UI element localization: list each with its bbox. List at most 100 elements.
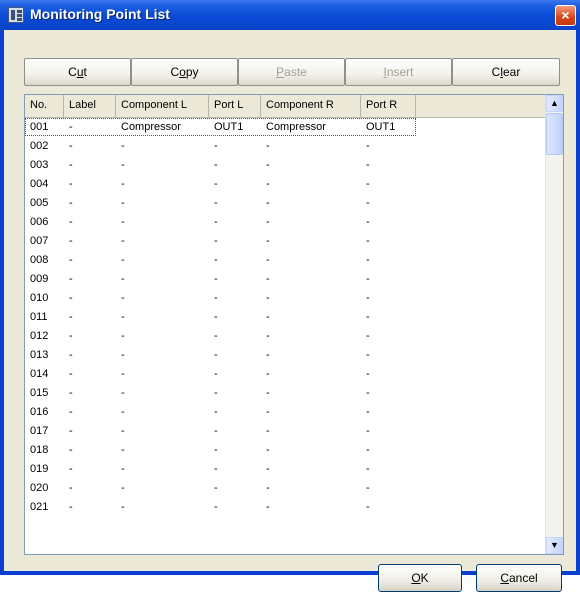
cell-no: 004 <box>30 178 49 190</box>
table-row[interactable]: 003 - - - - - <box>25 156 547 175</box>
cell-component-l: - <box>121 482 125 494</box>
table-row[interactable]: 002 - - - - - <box>25 137 547 156</box>
cell-port-l: OUT1 <box>214 121 244 133</box>
column-header-port-r[interactable]: Port R <box>361 95 416 117</box>
table-row[interactable]: 012 - - - - - <box>25 327 547 346</box>
cell-component-r: - <box>266 482 270 494</box>
table-row[interactable]: 001 - Compressor OUT1 Compressor OUT1 <box>25 118 547 137</box>
window-title: Monitoring Point List <box>30 6 170 22</box>
cell-no: 002 <box>30 140 49 152</box>
title-bar[interactable]: Monitoring Point List × <box>0 0 580 30</box>
column-header-no[interactable]: No. <box>25 95 64 117</box>
cell-no: 003 <box>30 159 49 171</box>
cell-component-l: - <box>121 216 125 228</box>
cell-port-r: - <box>366 349 370 361</box>
column-header-component-r[interactable]: Component R <box>261 95 361 117</box>
table-row[interactable]: 019 - - - - - <box>25 460 547 479</box>
table-row[interactable]: 013 - - - - - <box>25 346 547 365</box>
cell-component-l: - <box>121 330 125 342</box>
cell-component-l: - <box>121 444 125 456</box>
cell-component-l: - <box>121 368 125 380</box>
cell-component-r: - <box>266 140 270 152</box>
table-header: No. Label Component L Port L Component R… <box>25 95 547 118</box>
cell-label: - <box>69 178 73 190</box>
cell-port-l: - <box>214 463 218 475</box>
table-row[interactable]: 009 - - - - - <box>25 270 547 289</box>
cell-port-l: - <box>214 368 218 380</box>
table-row[interactable]: 004 - - - - - <box>25 175 547 194</box>
cell-no: 012 <box>30 330 49 342</box>
edit-toolbar: Cut Copy Paste Insert Clear <box>24 58 560 86</box>
table-row[interactable]: 006 - - - - - <box>25 213 547 232</box>
scroll-up-icon[interactable]: ▲ <box>546 95 563 112</box>
cell-no: 009 <box>30 273 49 285</box>
cell-no: 011 <box>30 311 48 323</box>
cell-label: - <box>69 216 73 228</box>
table-row[interactable]: 007 - - - - - <box>25 232 547 251</box>
table-row[interactable]: 020 - - - - - <box>25 479 547 498</box>
table-body: 001 - Compressor OUT1 Compressor OUT1 002 - - - - -… <box>25 118 547 517</box>
cut-button[interactable]: Cut <box>24 58 131 86</box>
cell-port-l: - <box>214 197 218 209</box>
cell-port-r: - <box>366 159 370 171</box>
column-header-component-l[interactable]: Component L <box>116 95 209 117</box>
cell-port-l: - <box>214 159 218 171</box>
cell-port-l: - <box>214 349 218 361</box>
cell-component-l: - <box>121 311 125 323</box>
table-row[interactable]: 011 - - - - - <box>25 308 547 327</box>
cell-no: 008 <box>30 254 49 266</box>
vertical-scrollbar[interactable]: ▲ ▼ <box>545 95 563 554</box>
paste-button[interactable]: Paste <box>238 58 345 86</box>
cell-port-l: - <box>214 273 218 285</box>
cell-component-r: - <box>266 501 270 513</box>
cell-port-l: - <box>214 292 218 304</box>
cell-port-r: - <box>366 425 370 437</box>
scrollbar-thumb[interactable] <box>546 113 563 155</box>
dialog-body: Cut Copy Paste Insert Clear No. Label Co… <box>4 30 576 592</box>
column-header-label[interactable]: Label <box>64 95 116 117</box>
table-row[interactable]: 015 - - - - - <box>25 384 547 403</box>
table-row[interactable]: 008 - - - - - <box>25 251 547 270</box>
cell-component-r: - <box>266 273 270 285</box>
table-row[interactable]: 014 - - - - - <box>25 365 547 384</box>
table-row[interactable]: 017 - - - - - <box>25 422 547 441</box>
cell-no: 006 <box>30 216 49 228</box>
scroll-down-icon[interactable]: ▼ <box>546 537 563 554</box>
clear-button[interactable]: Clear <box>452 58 560 86</box>
app-icon <box>8 7 24 23</box>
table-row[interactable]: 005 - - - - - <box>25 194 547 213</box>
cell-component-l: - <box>121 254 125 266</box>
column-header-port-l[interactable]: Port L <box>209 95 261 117</box>
cell-component-r: - <box>266 444 270 456</box>
cell-label: - <box>69 501 73 513</box>
copy-button[interactable]: Copy <box>131 58 238 86</box>
cell-port-l: - <box>214 235 218 247</box>
cell-port-l: - <box>214 501 218 513</box>
cell-label: - <box>69 311 73 323</box>
cancel-button[interactable]: Cancel <box>476 564 562 592</box>
insert-button[interactable]: Insert <box>345 58 452 86</box>
monitoring-point-table[interactable]: No. Label Component L Port L Component R… <box>24 94 564 555</box>
cell-port-l: - <box>214 425 218 437</box>
cell-label: - <box>69 121 73 133</box>
cell-port-l: - <box>214 216 218 228</box>
cell-component-r: - <box>266 387 270 399</box>
ok-button[interactable]: OK <box>378 564 462 592</box>
cell-no: 021 <box>30 501 49 513</box>
table-row[interactable]: 021 - - - - - <box>25 498 547 517</box>
cell-label: - <box>69 140 73 152</box>
cell-component-l: - <box>121 197 125 209</box>
close-button[interactable]: × <box>555 5 576 26</box>
cell-no: 013 <box>30 349 49 361</box>
cell-port-r: - <box>366 311 370 323</box>
cell-component-l: - <box>121 235 125 247</box>
cell-no: 017 <box>30 425 49 437</box>
cell-component-l: Compressor <box>121 121 181 133</box>
table-row[interactable]: 010 - - - - - <box>25 289 547 308</box>
cell-port-r: - <box>366 292 370 304</box>
table-row[interactable]: 018 - - - - - <box>25 441 547 460</box>
cell-port-r: - <box>366 140 370 152</box>
table-row[interactable]: 016 - - - - - <box>25 403 547 422</box>
cell-component-r: - <box>266 425 270 437</box>
cell-component-l: - <box>121 463 125 475</box>
